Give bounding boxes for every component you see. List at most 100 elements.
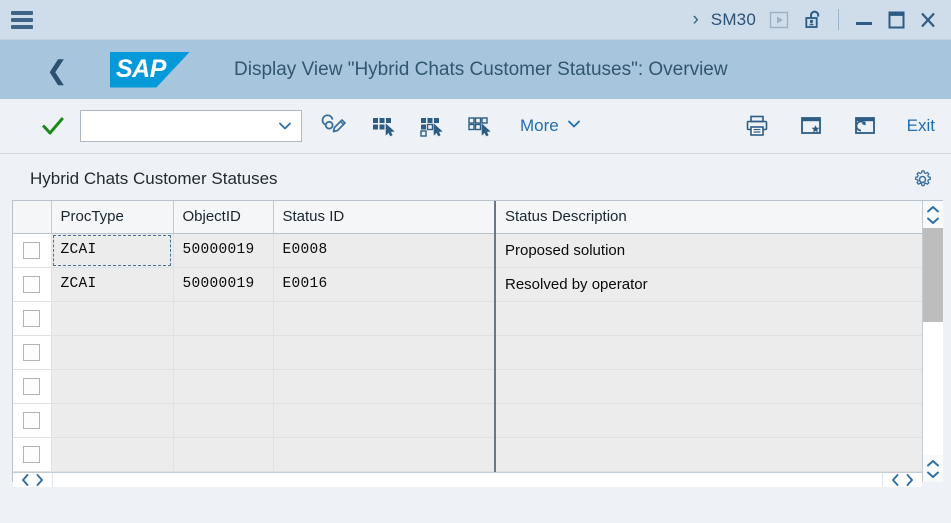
row-checkbox[interactable] [23, 241, 41, 259]
title-bar: › SM30 [0, 0, 951, 40]
minimize-icon[interactable] [851, 8, 877, 32]
row-select-cell[interactable] [13, 369, 52, 404]
gear-icon[interactable] [911, 168, 933, 190]
row-select-cell[interactable] [13, 233, 52, 268]
chevron-right-icon [36, 473, 43, 486]
row-checkbox[interactable] [23, 411, 41, 429]
select-block-grid-icon[interactable] [416, 111, 446, 141]
cell-description[interactable]: Proposed solution [494, 233, 922, 268]
hscroll-track[interactable] [52, 472, 883, 487]
column-header-proctype[interactable]: ProcType [51, 201, 174, 234]
row-select-cell[interactable] [13, 267, 52, 302]
cell-description[interactable]: Resolved by operator [494, 267, 922, 302]
hscroll-left-arrows[interactable] [13, 473, 52, 487]
cell-description[interactable] [494, 335, 922, 370]
row-checkbox[interactable] [23, 377, 41, 395]
row-checkbox[interactable] [23, 275, 41, 293]
cell-proctype[interactable] [51, 403, 174, 438]
row-checkbox[interactable] [23, 309, 41, 327]
vscroll-thumb[interactable] [923, 228, 943, 322]
sap-gui-window: › SM30 ❮ SAP Display View "Hybrid Chats … [0, 0, 951, 523]
vscroll-track[interactable] [923, 228, 943, 455]
table-row[interactable] [13, 437, 922, 472]
row-select-cell[interactable] [13, 403, 52, 438]
vertical-scrollbar[interactable] [922, 201, 943, 482]
deselect-all-grid-icon[interactable] [464, 111, 494, 141]
cell-statusid[interactable] [273, 369, 496, 404]
hamburger-menu-icon[interactable] [9, 9, 35, 31]
chevron-left-icon [892, 473, 899, 486]
variant-input[interactable] [89, 118, 275, 134]
row-select-cell[interactable] [13, 335, 52, 370]
open-in-new-window-icon[interactable] [849, 111, 881, 141]
row-checkbox[interactable] [23, 445, 41, 463]
cell-statusid[interactable] [273, 403, 496, 438]
cell-proctype[interactable] [51, 437, 174, 472]
green-checkmark-icon[interactable] [40, 113, 66, 139]
column-header-description[interactable]: Status Description [494, 201, 922, 234]
column-header-statusid[interactable]: Status ID [273, 201, 496, 234]
cell-proctype[interactable] [51, 335, 174, 370]
horizontal-scrollbar[interactable] [13, 471, 922, 487]
application-header: ❮ SAP Display View "Hybrid Chats Custome… [0, 40, 951, 99]
column-header-objectid[interactable]: ObjectID [173, 201, 274, 234]
cell-objectid[interactable] [173, 403, 274, 438]
table-row[interactable] [13, 369, 922, 404]
hscroll-right-arrows[interactable] [883, 473, 922, 487]
table-header: ProcType ObjectID Status ID Status Descr… [13, 201, 922, 234]
cell-statusid[interactable]: E0008 [273, 233, 496, 268]
more-menu-button[interactable]: More [520, 116, 582, 137]
chevron-up-icon [927, 460, 939, 467]
unlocked-padlock-icon[interactable] [802, 8, 826, 32]
titlebar-divider [838, 9, 839, 30]
vscroll-bottom-arrows[interactable] [926, 455, 940, 482]
cell-objectid[interactable] [173, 301, 274, 336]
table-row[interactable]: ZCAI 50000019 E0008 Proposed solution [13, 233, 922, 268]
cell-objectid[interactable]: 50000019 [173, 233, 274, 268]
cell-proctype[interactable]: ZCAI [51, 267, 174, 302]
add-to-favorites-icon[interactable] [795, 111, 827, 141]
cell-statusid[interactable]: E0016 [273, 267, 496, 302]
chevron-right-icon [906, 473, 913, 486]
table-row[interactable] [13, 301, 922, 336]
cell-proctype[interactable] [51, 301, 174, 336]
close-icon[interactable] [915, 8, 941, 32]
print-icon[interactable] [741, 111, 773, 141]
cell-objectid[interactable]: 50000019 [173, 267, 274, 302]
table-row[interactable] [13, 403, 922, 438]
chevron-down-icon [927, 471, 939, 478]
titlebar-chevron-right-icon[interactable]: › [688, 10, 708, 29]
cell-objectid[interactable] [173, 335, 274, 370]
cell-proctype[interactable]: ZCAI [51, 233, 174, 268]
chevron-left-icon [22, 473, 29, 486]
maximize-icon[interactable] [883, 8, 909, 32]
edit-pencil-icon[interactable] [320, 111, 350, 141]
cell-statusid[interactable] [273, 301, 496, 336]
cell-statusid[interactable] [273, 335, 496, 370]
cell-proctype[interactable] [51, 369, 174, 404]
chevron-down-icon[interactable] [275, 116, 295, 136]
table-row[interactable]: ZCAI 50000019 E0016 Resolved by operator [13, 267, 922, 302]
cell-objectid[interactable] [173, 369, 274, 404]
page-title: Display View "Hybrid Chats Customer Stat… [234, 58, 728, 80]
play-button-icon[interactable] [768, 9, 790, 31]
row-select-cell[interactable] [13, 301, 52, 336]
column-header-select[interactable] [13, 201, 52, 234]
table-row[interactable] [13, 335, 922, 370]
cell-description[interactable] [494, 437, 922, 472]
cell-description[interactable] [494, 301, 922, 336]
row-checkbox[interactable] [23, 343, 41, 361]
cell-objectid[interactable] [173, 437, 274, 472]
back-button-icon[interactable]: ❮ [46, 57, 74, 83]
cell-description[interactable] [494, 369, 922, 404]
cell-description[interactable] [494, 403, 922, 438]
row-select-cell[interactable] [13, 437, 52, 472]
vscroll-top-arrows[interactable] [926, 201, 940, 228]
select-all-grid-icon[interactable] [368, 111, 398, 141]
variant-combobox[interactable] [80, 110, 302, 142]
exit-button[interactable]: Exit [907, 116, 935, 136]
table-header-row: ProcType ObjectID Status ID Status Descr… [13, 201, 922, 234]
cell-statusid[interactable] [273, 437, 496, 472]
data-table-container: ProcType ObjectID Status ID Status Descr… [12, 200, 943, 487]
more-label: More [520, 116, 559, 135]
